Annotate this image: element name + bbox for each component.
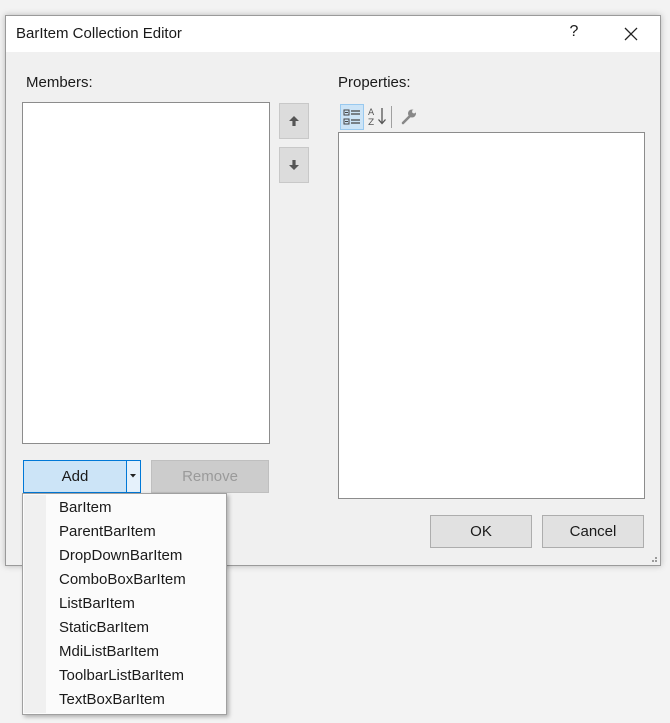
add-button[interactable]: Add xyxy=(24,461,126,492)
close-icon xyxy=(624,27,638,41)
help-button[interactable]: ? xyxy=(563,23,585,45)
menu-item-listbaritem[interactable]: ListBarItem xyxy=(47,592,225,616)
property-pages-button[interactable] xyxy=(398,104,422,130)
ok-button[interactable]: OK xyxy=(430,515,532,548)
remove-button[interactable]: Remove xyxy=(151,460,269,493)
alphabetical-button[interactable]: A Z xyxy=(366,104,390,130)
add-dropdown-toggle[interactable] xyxy=(127,461,140,492)
property-grid[interactable] xyxy=(338,132,645,499)
move-up-button[interactable] xyxy=(279,103,309,139)
menu-gutter xyxy=(24,495,46,713)
window-title: BarItem Collection Editor xyxy=(16,25,182,42)
move-down-button[interactable] xyxy=(279,147,309,183)
alphabetical-icon: A Z xyxy=(368,108,386,128)
categorized-button[interactable] xyxy=(340,104,364,130)
collection-editor-dialog: BarItem Collection Editor ? Members: Pro… xyxy=(5,15,661,566)
menu-item-dropdownbaritem[interactable]: DropDownBarItem xyxy=(47,544,225,568)
properties-toolbar: A Z xyxy=(340,104,430,130)
caret-down-icon xyxy=(130,474,136,478)
members-label: Members: xyxy=(26,74,93,91)
arrow-down-icon xyxy=(289,160,299,170)
svg-text:Z: Z xyxy=(368,118,374,128)
cancel-button[interactable]: Cancel xyxy=(542,515,644,548)
menu-item-mdilistbaritem[interactable]: MdiListBarItem xyxy=(47,640,225,664)
toolbar-separator xyxy=(391,106,392,128)
close-button[interactable] xyxy=(618,23,644,45)
wrench-icon xyxy=(401,109,416,125)
arrow-up-icon xyxy=(289,116,299,126)
categorized-icon xyxy=(343,109,360,125)
add-dropdown-menu: BarItem ParentBarItem DropDownBarItem Co… xyxy=(22,493,227,715)
resize-grip-icon[interactable] xyxy=(648,553,658,563)
members-list[interactable] xyxy=(22,102,270,444)
title-bar[interactable]: BarItem Collection Editor ? xyxy=(6,16,660,52)
menu-item-parentbaritem[interactable]: ParentBarItem xyxy=(47,520,225,544)
add-split-button[interactable]: Add xyxy=(23,460,141,493)
properties-label: Properties: xyxy=(338,74,411,91)
svg-text:A: A xyxy=(368,108,375,118)
menu-item-baritem[interactable]: BarItem xyxy=(47,496,225,520)
menu-item-comboboxbaritem[interactable]: ComboBoxBarItem xyxy=(47,568,225,592)
menu-item-textboxbaritem[interactable]: TextBoxBarItem xyxy=(47,688,225,712)
menu-item-staticbaritem[interactable]: StaticBarItem xyxy=(47,616,225,640)
menu-item-toolbarlistbaritem[interactable]: ToolbarListBarItem xyxy=(47,664,225,688)
